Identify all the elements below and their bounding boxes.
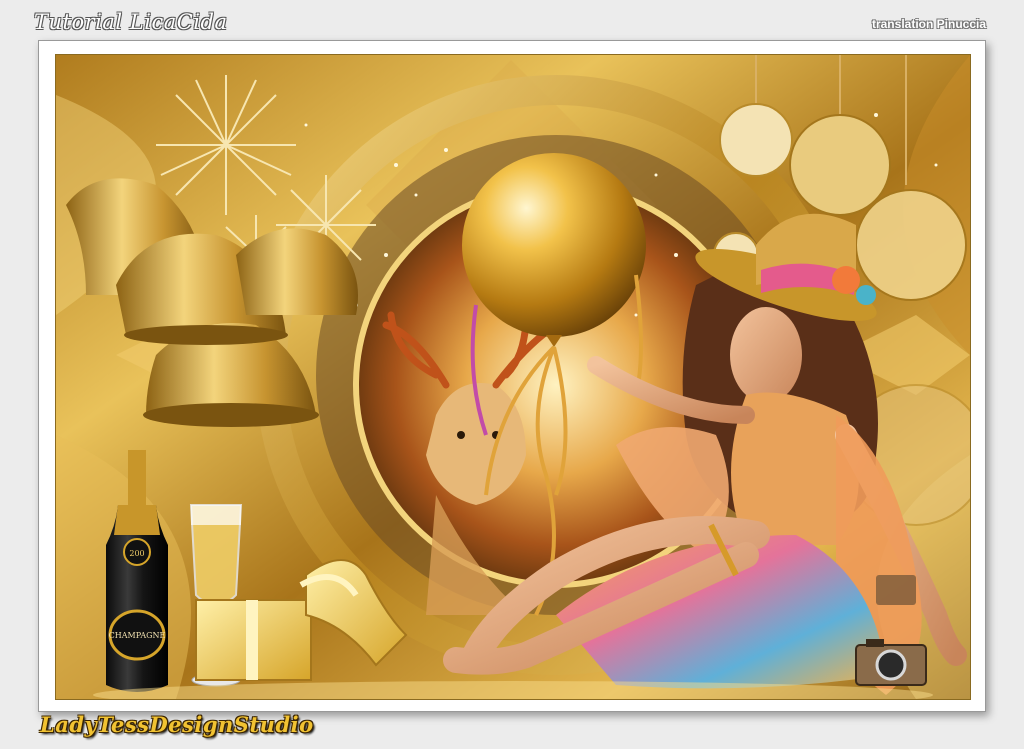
bottle-label: CHAMPAGNE (109, 631, 166, 640)
picture-frame: 200 CHAMPAGNE (38, 40, 986, 712)
translation-credit: translation Pinuccia (871, 17, 986, 31)
artwork-canvas: 200 CHAMPAGNE (56, 55, 970, 699)
studio-signature: LadyTessDesignStudio (40, 712, 314, 737)
tutorial-credit: Tutorial LicaCida (34, 10, 228, 34)
new-year-artwork: 200 CHAMPAGNE (55, 54, 971, 700)
bottle-year: 200 (129, 549, 144, 558)
